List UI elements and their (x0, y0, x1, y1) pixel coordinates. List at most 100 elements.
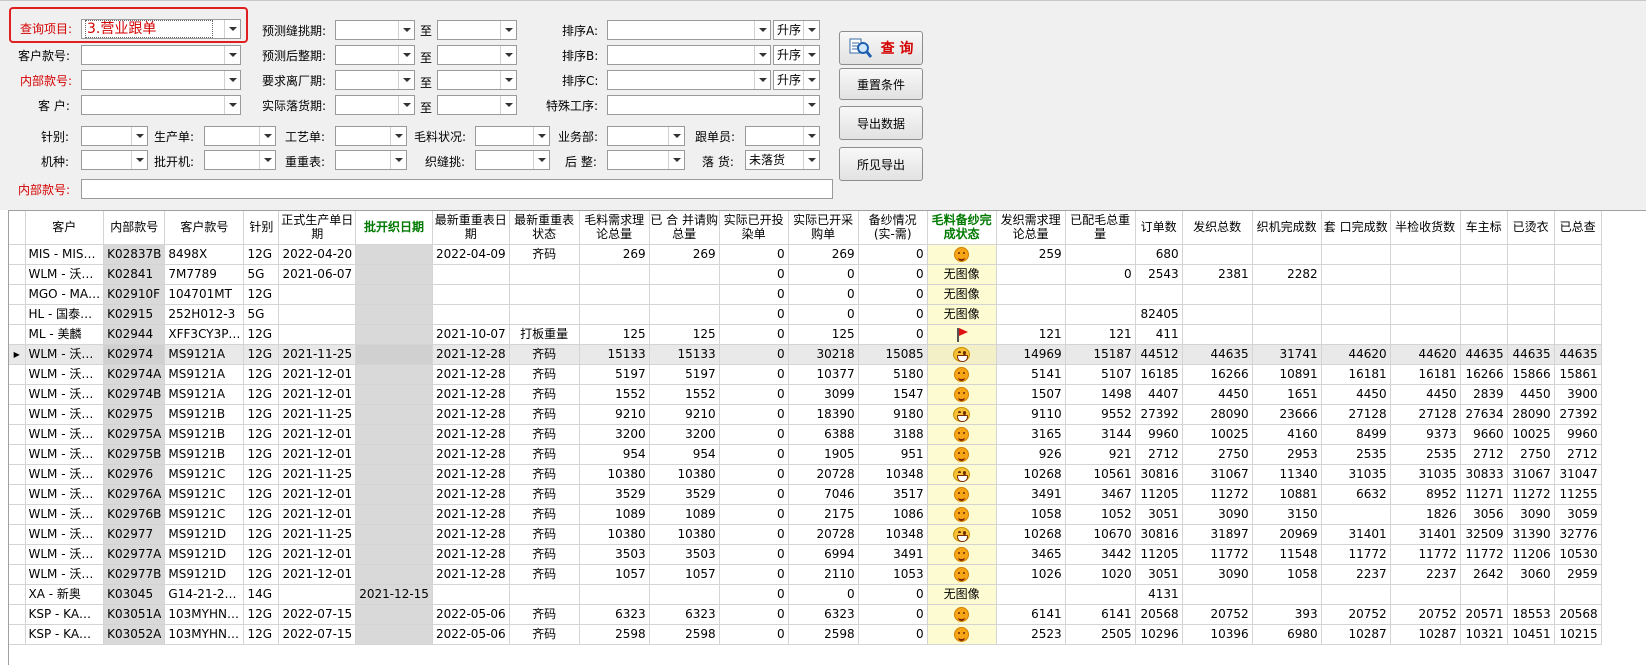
chevron-down-icon[interactable] (754, 71, 770, 89)
table-cell[interactable]: 31067 (1182, 464, 1253, 485)
table-cell[interactable] (927, 484, 997, 505)
table-row[interactable]: MGO - MA… K02910F 104701MT 12G 0 0 0 无图像 (9, 284, 1602, 305)
table-cell[interactable]: 10287 (1390, 624, 1461, 645)
table-cell[interactable]: 10321 (1460, 624, 1508, 645)
table-cell[interactable] (355, 564, 433, 585)
table-cell[interactable] (1321, 264, 1391, 285)
table-cell[interactable]: 0 (719, 424, 789, 445)
table-cell[interactable]: 6388 (788, 424, 859, 445)
table-cell[interactable]: 11255 (1554, 484, 1602, 505)
table-cell[interactable]: 2750 (1507, 444, 1555, 465)
table-cell[interactable]: 12G (243, 564, 280, 585)
table-cell[interactable]: 20568 (1135, 604, 1183, 625)
finishing-select[interactable] (607, 150, 685, 170)
table-cell[interactable] (1460, 304, 1508, 325)
table-cell[interactable]: 30816 (1135, 464, 1183, 485)
special-select[interactable] (607, 95, 820, 115)
table-cell[interactable]: 18553 (1507, 604, 1555, 625)
table-cell[interactable] (1507, 584, 1555, 605)
batch-machine-select[interactable] (204, 150, 276, 170)
table-cell[interactable]: 12G (243, 444, 280, 465)
table-cell[interactable]: 0 (719, 444, 789, 465)
row-indicator[interactable] (9, 264, 26, 285)
table-cell[interactable]: K02974B (103, 384, 166, 405)
table-cell[interactable]: 103MYHN… (164, 604, 245, 625)
table-cell[interactable]: 8499 (1321, 424, 1391, 445)
table-cell[interactable]: 10025 (1507, 424, 1555, 445)
table-cell[interactable] (355, 484, 433, 505)
table-cell[interactable] (1321, 584, 1391, 605)
table-cell[interactable]: 10215 (1554, 624, 1602, 645)
table-cell[interactable]: 3051 (1135, 564, 1183, 585)
table-cell[interactable]: 0 (719, 244, 789, 265)
table-cell[interactable]: 2282 (1252, 264, 1322, 285)
table-cell[interactable]: 0 (719, 264, 789, 285)
table-cell[interactable]: 12G (243, 624, 280, 645)
table-cell[interactable] (1065, 244, 1136, 265)
table-cell[interactable]: 9373 (1390, 424, 1461, 445)
table-cell[interactable]: 10380 (649, 524, 720, 545)
table-cell[interactable]: 3442 (1065, 544, 1136, 565)
table-cell[interactable]: 11205 (1135, 484, 1183, 505)
table-cell[interactable]: 1086 (858, 504, 928, 525)
table-row[interactable]: KSP - KA… K03051A 103MYHN… 12G 2022-07-15 202… (9, 604, 1602, 625)
table-cell[interactable]: 16266 (1182, 364, 1253, 385)
table-cell[interactable]: 3051 (1135, 504, 1183, 525)
row-indicator[interactable] (9, 384, 26, 405)
table-cell[interactable]: MS9121C (164, 484, 245, 505)
table-row[interactable]: WLM - 沃… K02975 MS9121B 12G 2021-11-25 2021-1… (9, 404, 1602, 425)
table-cell[interactable]: 3090 (1507, 504, 1555, 525)
table-cell[interactable]: 269 (788, 244, 859, 265)
table-cell[interactable]: MS9121C (164, 464, 245, 485)
table-cell[interactable]: 11772 (1182, 544, 1253, 565)
row-indicator[interactable] (9, 564, 26, 585)
table-cell[interactable] (1252, 244, 1322, 265)
chevron-down-icon[interactable] (533, 127, 549, 145)
table-cell[interactable] (649, 304, 720, 325)
table-cell[interactable] (1390, 584, 1461, 605)
predict-finish-from[interactable] (335, 45, 415, 65)
table-cell[interactable]: 12G (243, 244, 280, 265)
table-cell[interactable]: MS9121B (164, 424, 245, 445)
table-cell[interactable]: 20728 (788, 524, 859, 545)
table-cell[interactable]: 3060 (1507, 564, 1555, 585)
table-row[interactable]: WLM - 沃… K02975B MS9121B 12G 2021-12-01 2021-… (9, 444, 1602, 465)
table-cell[interactable]: 28090 (1182, 404, 1253, 425)
table-cell[interactable]: 125 (649, 324, 720, 345)
table-cell[interactable]: 无图像 (927, 304, 997, 325)
table-cell[interactable]: 2021-11-25 (278, 404, 357, 425)
table-cell[interactable]: 0 (719, 344, 789, 365)
table-cell[interactable]: 11206 (1507, 544, 1555, 565)
table-row[interactable]: WLM - 沃… K02974B MS9121A 12G 2021-12-01 2021-… (9, 384, 1602, 405)
table-cell[interactable]: 0 (858, 304, 928, 325)
table-cell[interactable]: 1507 (996, 384, 1066, 405)
table-cell[interactable]: 28090 (1507, 404, 1555, 425)
table-cell[interactable]: 齐码 (509, 524, 580, 545)
yarn-status-select[interactable] (475, 126, 550, 146)
chevron-down-icon[interactable] (398, 21, 414, 39)
table-cell[interactable] (355, 424, 433, 445)
table-cell[interactable]: 齐码 (509, 624, 580, 645)
table-cell[interactable]: WLM - 沃… (25, 564, 105, 585)
table-cell[interactable]: K02974A (103, 364, 166, 385)
table-cell[interactable]: 103MYHN… (164, 624, 245, 645)
table-cell[interactable]: MIS - MIS… (25, 244, 105, 265)
table-cell[interactable]: 齐码 (509, 344, 580, 365)
row-indicator[interactable] (9, 304, 26, 325)
chevron-down-icon[interactable] (131, 151, 147, 169)
table-cell[interactable]: 10380 (579, 464, 650, 485)
table-cell[interactable]: K02977 (103, 524, 166, 545)
table-cell[interactable]: 18390 (788, 404, 859, 425)
table-cell[interactable]: 10530 (1554, 544, 1602, 565)
table-cell[interactable] (1390, 264, 1461, 285)
table-cell[interactable] (355, 304, 433, 325)
table-cell[interactable]: 3529 (649, 484, 720, 505)
sort-c-order[interactable]: 升序 (773, 70, 820, 90)
table-cell[interactable] (649, 264, 720, 285)
table-cell[interactable]: 齐码 (509, 484, 580, 505)
table-cell[interactable]: 2535 (1390, 444, 1461, 465)
table-cell[interactable]: 4450 (1182, 384, 1253, 405)
table-cell[interactable]: WLM - 沃… (25, 424, 105, 445)
row-indicator[interactable] (9, 484, 26, 505)
table-cell[interactable] (927, 604, 997, 625)
